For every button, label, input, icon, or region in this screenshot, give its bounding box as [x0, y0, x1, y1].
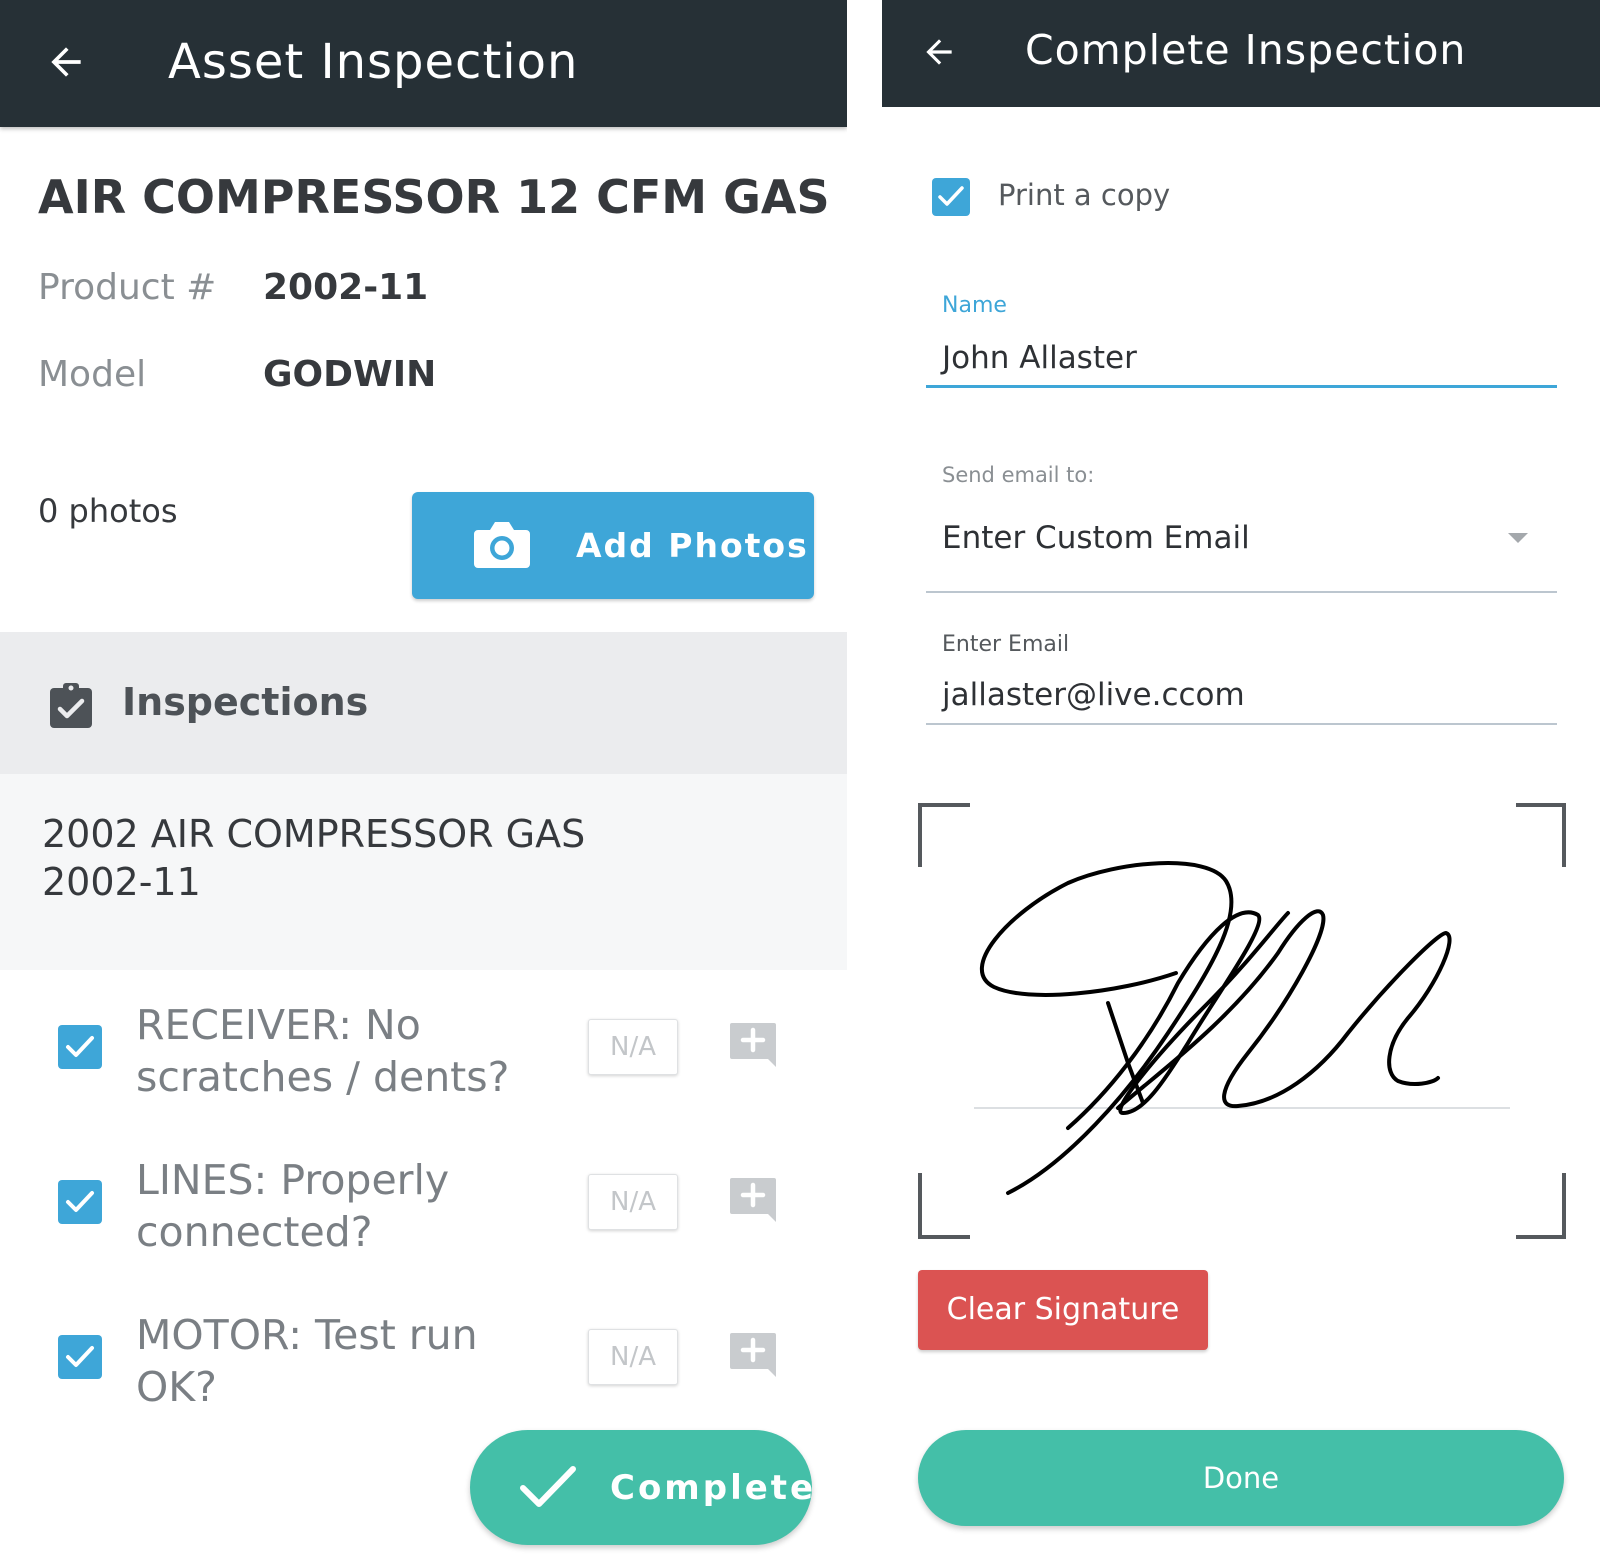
arrow-left-icon[interactable]	[44, 40, 88, 84]
complete-inspection-screen: Complete Inspection Print a copy Name Jo…	[882, 0, 1600, 1565]
inspections-title: Inspections	[122, 680, 369, 724]
page-title: Asset Inspection	[168, 34, 579, 90]
email-field-underline	[926, 723, 1557, 725]
corner-bracket	[1516, 803, 1566, 867]
done-button[interactable]: Done	[918, 1430, 1564, 1526]
name-field[interactable]: John Allaster	[942, 340, 1137, 376]
corner-bracket	[918, 803, 970, 867]
group-title: 2002 AIR COMPRESSOR GAS	[42, 812, 586, 856]
complete-label: Complete	[610, 1468, 817, 1508]
inspection-item: RECEIVER: No scratches / dents? N/A	[0, 995, 847, 1135]
model-label: Model	[38, 354, 147, 395]
clipboard-check-icon	[50, 683, 92, 728]
checkmark-icon	[66, 1346, 94, 1367]
panel-divider	[847, 0, 882, 1565]
checkmark-icon	[66, 1191, 94, 1212]
item-checkbox[interactable]	[58, 1025, 102, 1069]
page-title: Complete Inspection	[1025, 26, 1467, 74]
group-subtitle: 2002-11	[42, 860, 201, 904]
add-comment-icon[interactable]	[728, 1174, 778, 1224]
checkmark-icon	[66, 1036, 94, 1057]
asset-inspection-screen: Asset Inspection AIR COMPRESSOR 12 CFM G…	[0, 0, 847, 1565]
photos-count: 0 photos	[38, 492, 178, 530]
corner-bracket	[918, 1173, 970, 1239]
app-bar: Asset Inspection	[0, 0, 847, 127]
arrow-left-icon[interactable]	[920, 33, 958, 71]
inspections-header: Inspections	[0, 632, 847, 774]
inspection-group: 2002 AIR COMPRESSOR GAS 2002-11	[0, 774, 847, 970]
item-label: LINES: Properly connected?	[136, 1156, 450, 1256]
print-copy-label: Print a copy	[998, 178, 1171, 212]
na-toggle[interactable]: N/A	[588, 1174, 678, 1230]
model-value: GODWIN	[263, 354, 437, 395]
clear-signature-button[interactable]: Clear Signature	[918, 1270, 1208, 1350]
add-comment-icon[interactable]	[728, 1329, 778, 1379]
email-field[interactable]: jallaster@live.ccom	[942, 677, 1245, 713]
asset-name: AIR COMPRESSOR 12 CFM GAS	[38, 170, 830, 224]
item-label: RECEIVER: No scratches / dents?	[136, 1001, 510, 1101]
dropdown-caret-icon[interactable]	[1508, 533, 1528, 543]
item-label: MOTOR: Test run OK?	[136, 1311, 478, 1411]
product-number-label: Product #	[38, 267, 217, 308]
send-email-label: Send email to:	[942, 463, 1095, 487]
app-bar: Complete Inspection	[882, 0, 1600, 107]
complete-button[interactable]: Complete	[470, 1430, 813, 1545]
signature-stroke	[979, 861, 1452, 1195]
corner-bracket	[1516, 1173, 1566, 1239]
send-email-select[interactable]: Enter Custom Email	[942, 520, 1250, 556]
na-toggle[interactable]: N/A	[588, 1329, 678, 1385]
name-field-label: Name	[942, 293, 1007, 318]
signature-pad[interactable]	[918, 803, 1566, 1241]
camera-icon	[474, 522, 530, 568]
add-photos-button[interactable]: Add Photos	[412, 492, 814, 599]
item-checkbox[interactable]	[58, 1335, 102, 1379]
item-checkbox[interactable]	[58, 1180, 102, 1224]
add-comment-icon[interactable]	[728, 1019, 778, 1069]
inspection-item: LINES: Properly connected? N/A	[0, 1150, 847, 1290]
inspection-item: MOTOR: Test run OK? N/A	[0, 1305, 847, 1445]
product-number-value: 2002-11	[263, 267, 429, 308]
checkmark-icon	[520, 1466, 576, 1507]
add-photos-label: Add Photos	[576, 526, 809, 565]
checkmark-icon	[938, 186, 964, 206]
send-email-underline	[926, 591, 1557, 593]
print-copy-checkbox[interactable]	[932, 178, 970, 216]
na-toggle[interactable]: N/A	[588, 1019, 678, 1075]
name-field-underline	[926, 385, 1557, 388]
email-field-label: Enter Email	[942, 632, 1070, 657]
